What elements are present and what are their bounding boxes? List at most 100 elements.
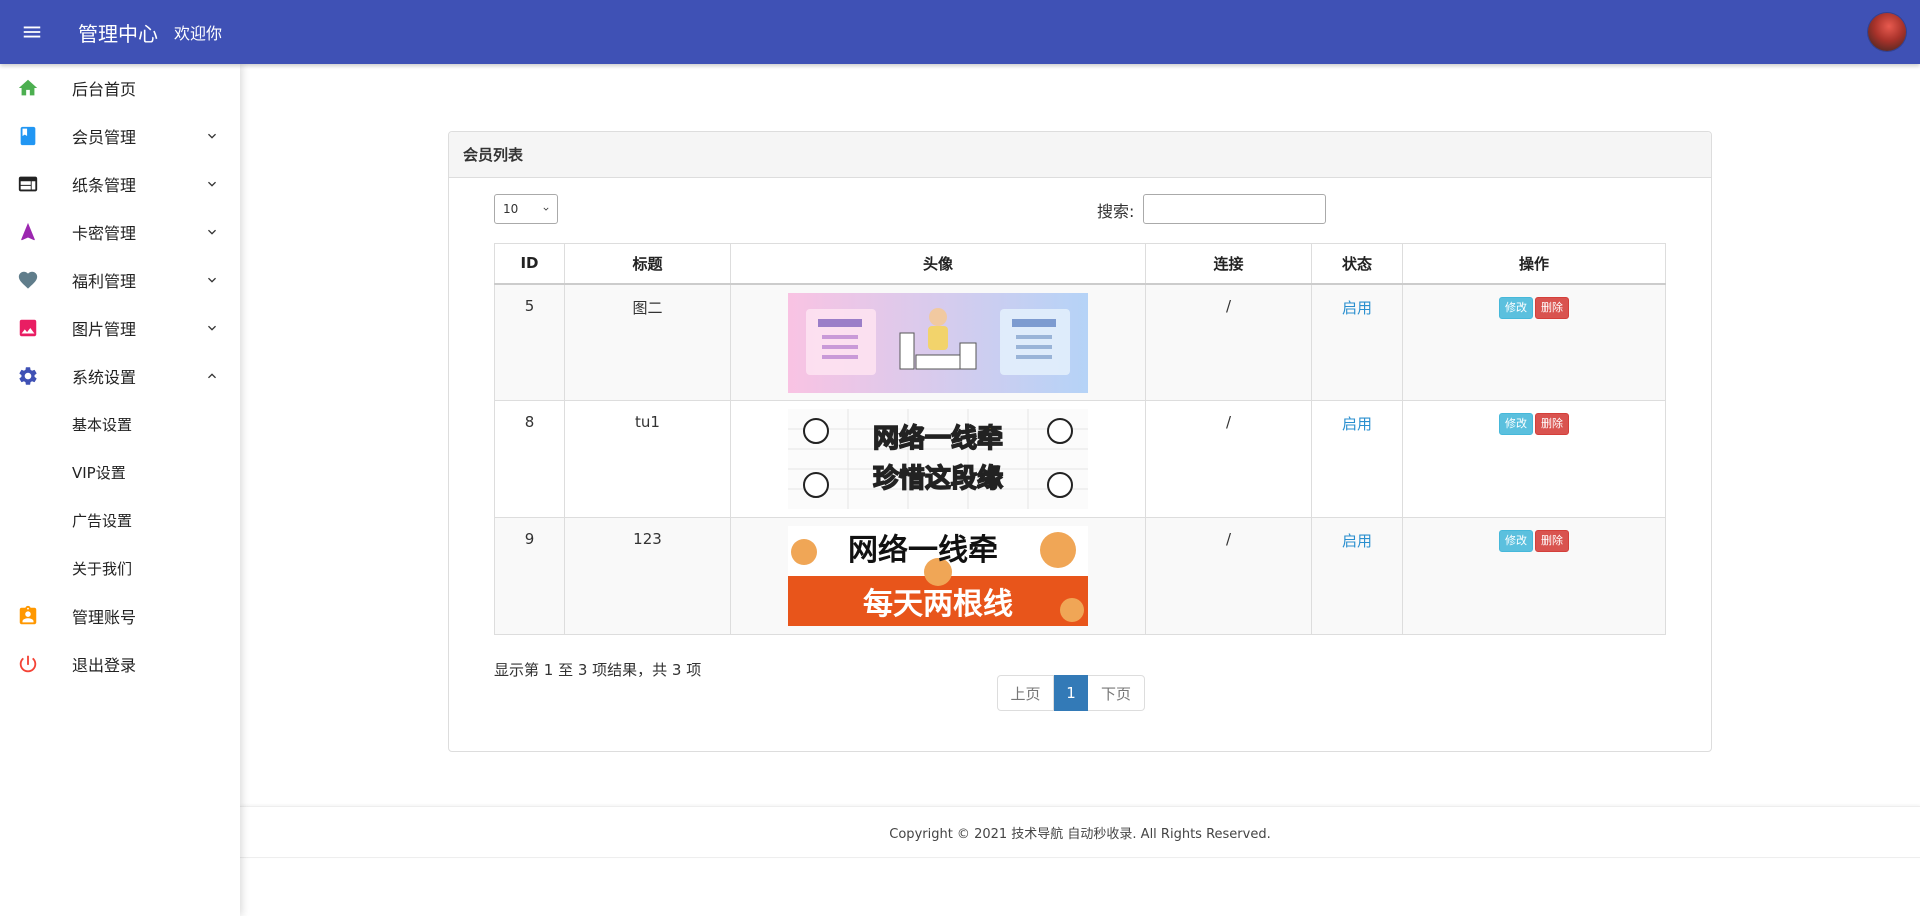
sidebar-subitem-basic[interactable]: 基本设置 <box>0 400 240 448</box>
footer: Copyright © 2021 技术导航 自动秒收录. All Rights … <box>240 806 1920 858</box>
web-icon <box>16 172 40 196</box>
sidebar-item-label: 后台首页 <box>72 80 137 99</box>
delete-button[interactable]: 删除 <box>1535 296 1569 319</box>
sidebar-item-images[interactable]: 图片管理 <box>0 304 240 352</box>
heart-icon <box>16 268 40 292</box>
sidebar-item-members[interactable]: 会员管理 <box>0 112 240 160</box>
top-app-bar: 管理中心 欢迎你 <box>0 0 1920 64</box>
next-page-button[interactable]: 下页 <box>1088 675 1145 711</box>
sidebar-item-label: 系统设置 <box>72 368 137 387</box>
cell-id: 8 <box>494 400 565 518</box>
main-content: 会员列表 10 搜索: ID 标题 头像 连接 状态 操作 5 图二 / 启用 … <box>240 64 1920 916</box>
cell-link: / <box>1145 283 1312 401</box>
pagination: 上页 1 下页 <box>997 675 1145 711</box>
chevron-down-icon <box>208 181 216 187</box>
edit-button[interactable]: 修改 <box>1499 530 1533 552</box>
chevron-down-icon <box>208 229 216 235</box>
banner-dog-line2: 每天两根线 <box>863 587 1013 622</box>
sidebar-item-label: 卡密管理 <box>72 224 137 243</box>
panel-title: 会员列表 <box>449 132 1711 178</box>
home-icon <box>16 76 40 100</box>
banner-sketch-icon: 网络一线牵 珍惜这段缘 <box>788 409 1088 509</box>
cell-avatar <box>730 283 1146 401</box>
page-length-select[interactable]: 10 <box>494 194 558 224</box>
banner-pink-icon <box>788 292 1088 393</box>
navigation-icon <box>16 220 40 244</box>
chevron-down-icon <box>543 207 549 211</box>
column-header-avatar[interactable]: 头像 <box>730 243 1146 285</box>
cell-title: 123 <box>564 517 731 635</box>
delete-button[interactable]: 删除 <box>1535 530 1569 552</box>
prev-page-button[interactable]: 上页 <box>997 675 1054 711</box>
cell-id: 5 <box>494 283 565 401</box>
sidebar-item-home[interactable]: 后台首页 <box>0 64 240 112</box>
sidebar-item-label: 会员管理 <box>72 128 137 147</box>
sidebar: 后台首页 会员管理 纸条管理 卡密管理 福利管理 图片管理 系统设置 基本设置 … <box>0 64 240 916</box>
column-header-link[interactable]: 连接 <box>1145 243 1312 285</box>
sidebar-item-accounts[interactable]: 管理账号 <box>0 592 240 640</box>
cell-title: 图二 <box>564 283 731 401</box>
sidebar-item-label: 福利管理 <box>72 272 137 291</box>
status-link[interactable]: 启用 <box>1342 532 1372 550</box>
sidebar-item-label: 图片管理 <box>72 320 137 339</box>
delete-button[interactable]: 删除 <box>1535 413 1569 435</box>
chevron-down-icon <box>208 325 216 331</box>
sidebar-item-welfare[interactable]: 福利管理 <box>0 256 240 304</box>
image-icon <box>16 316 40 340</box>
sidebar-subitem-about[interactable]: 关于我们 <box>0 544 240 592</box>
cell-actions: 修改 删除 <box>1402 517 1666 635</box>
book-icon <box>16 124 40 148</box>
table-info: 显示第 1 至 3 项结果，共 3 项 <box>494 661 702 679</box>
cell-link: / <box>1145 517 1312 635</box>
column-header-title[interactable]: 标题 <box>564 243 731 285</box>
member-table: ID 标题 头像 连接 状态 操作 5 图二 / 启用 修改 删除 8 tu1 … <box>494 243 1666 635</box>
sidebar-subitem-vip[interactable]: VIP设置 <box>0 448 240 496</box>
edit-button[interactable]: 修改 <box>1499 296 1533 319</box>
copyright-text: Copyright © 2021 技术导航 自动秒收录. All Rights … <box>889 826 1271 842</box>
sidebar-item-label: 管理账号 <box>72 608 137 627</box>
sidebar-item-settings[interactable]: 系统设置 <box>0 352 240 400</box>
avatar[interactable] <box>1868 13 1906 51</box>
table-row: 5 图二 / 启用 修改 删除 <box>494 283 1666 401</box>
cell-actions: 修改 删除 <box>1402 400 1666 518</box>
column-header-status[interactable]: 状态 <box>1311 243 1403 285</box>
member-list-panel: 会员列表 10 搜索: ID 标题 头像 连接 状态 操作 5 图二 / 启用 … <box>448 131 1712 752</box>
column-header-id[interactable]: ID <box>494 243 565 285</box>
search-label: 搜索: <box>1097 202 1135 221</box>
chevron-down-icon <box>208 133 216 139</box>
brand-title: 管理中心 <box>78 21 158 46</box>
cell-id: 9 <box>494 517 565 635</box>
cell-link: / <box>1145 400 1312 518</box>
power-icon <box>16 652 40 676</box>
table-header-row: ID 标题 头像 连接 状态 操作 <box>494 243 1666 285</box>
page-1-button[interactable]: 1 <box>1054 675 1088 711</box>
banner-dog-line1: 网络一线牵 <box>848 533 998 568</box>
edit-button[interactable]: 修改 <box>1499 413 1533 435</box>
welcome-text: 欢迎你 <box>174 24 223 43</box>
cell-status: 启用 <box>1311 283 1403 401</box>
page-length-value: 10 <box>503 202 519 216</box>
sidebar-item-label: 退出登录 <box>72 656 137 675</box>
table-row: 9 123 网络一线牵 每天两根线 / 启用 修改 删除 <box>494 517 1666 635</box>
cell-actions: 修改 删除 <box>1402 283 1666 401</box>
sidebar-item-cards[interactable]: 卡密管理 <box>0 208 240 256</box>
chevron-down-icon <box>208 277 216 283</box>
menu-icon[interactable] <box>0 0 64 64</box>
table-row: 8 tu1 网络一线牵 珍惜这段缘 / 启用 修改 删除 <box>494 400 1666 518</box>
sidebar-item-notes[interactable]: 纸条管理 <box>0 160 240 208</box>
search-input[interactable] <box>1143 194 1326 224</box>
gear-icon <box>16 364 40 388</box>
cell-status: 启用 <box>1311 400 1403 518</box>
status-link[interactable]: 启用 <box>1342 415 1372 433</box>
status-link[interactable]: 启用 <box>1342 299 1372 317</box>
cell-status: 启用 <box>1311 517 1403 635</box>
sidebar-subitem-ads[interactable]: 广告设置 <box>0 496 240 544</box>
cell-avatar: 网络一线牵 每天两根线 <box>730 517 1146 635</box>
cell-avatar: 网络一线牵 珍惜这段缘 <box>730 400 1146 518</box>
banner-dog-icon: 网络一线牵 每天两根线 <box>788 526 1088 626</box>
sidebar-item-logout[interactable]: 退出登录 <box>0 640 240 688</box>
banner-sketch-line2: 珍惜这段缘 <box>873 463 1003 494</box>
column-header-actions[interactable]: 操作 <box>1402 243 1666 285</box>
account-box-icon <box>16 604 40 628</box>
cell-title: tu1 <box>564 400 731 518</box>
